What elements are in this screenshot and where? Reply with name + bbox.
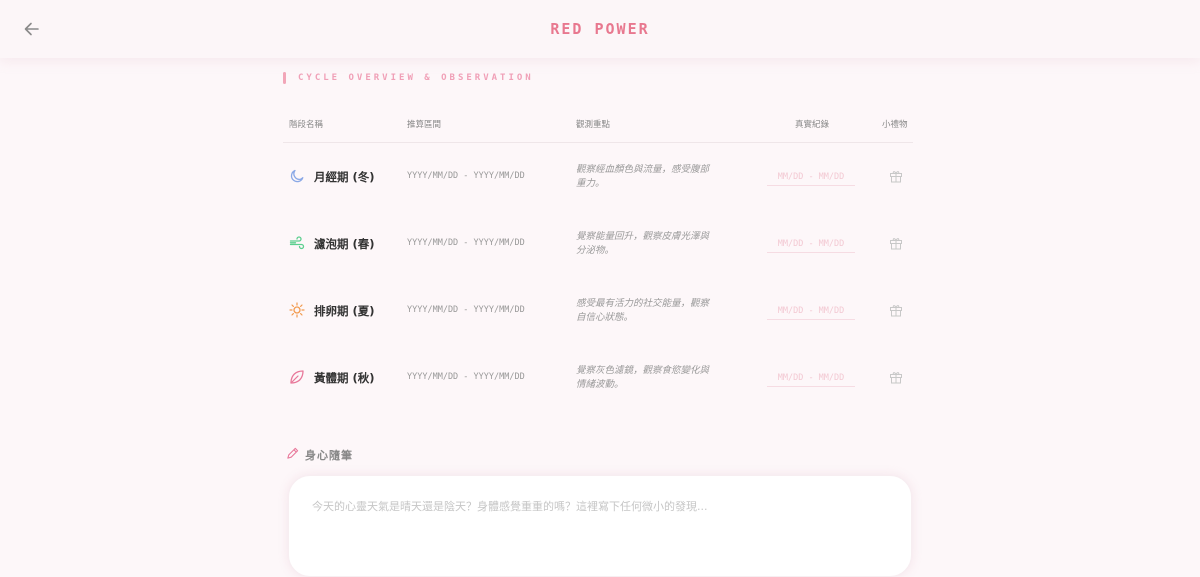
record-input[interactable] <box>767 303 855 320</box>
section-accent-bar <box>283 71 286 84</box>
date-range: YYYY/MM/DD - YYYY/MM/DD <box>407 372 525 382</box>
top-bar: RED POWER <box>0 0 1200 58</box>
journal-textarea[interactable] <box>312 500 892 513</box>
moon-icon <box>289 168 305 184</box>
table-row: 濾泡期 (春) YYYY/MM/DD - YYYY/MM/DD 覺察能量回升，觀… <box>283 210 913 277</box>
record-input[interactable] <box>767 236 855 253</box>
journal-card <box>288 475 912 577</box>
gift-icon[interactable] <box>889 235 903 250</box>
phase-name: 排卵期 (夏) <box>314 304 375 318</box>
journal-header: 身心隨筆 <box>286 445 353 464</box>
section-header: CYCLE OVERVIEW & OBSERVATION <box>283 71 534 84</box>
table-row: 黃體期 (秋) YYYY/MM/DD - YYYY/MM/DD 覺察灰色濾鏡，觀… <box>283 344 913 411</box>
page-title: RED POWER <box>550 20 650 38</box>
date-range: YYYY/MM/DD - YYYY/MM/DD <box>407 305 525 315</box>
phase-name: 黃體期 (秋) <box>314 371 375 385</box>
column-header-observation: 觀測重點 <box>576 120 611 130</box>
observation-text: 覺察能量回升，觀察皮膚光澤與分泌物。 <box>576 231 710 256</box>
column-header-range: 推算區間 <box>407 120 442 130</box>
table-row: 排卵期 (夏) YYYY/MM/DD - YYYY/MM/DD 感受最有活力的社… <box>283 277 913 344</box>
phase-name: 月經期 (冬) <box>314 170 375 184</box>
gift-icon[interactable] <box>889 168 903 183</box>
observation-text: 觀察經血顏色與流量，感受腹部重力。 <box>576 164 710 189</box>
journal-title: 身心隨筆 <box>305 448 353 462</box>
record-input[interactable] <box>767 370 855 387</box>
wind-icon <box>289 235 305 251</box>
leaf-icon <box>289 369 305 385</box>
cycle-table: 階段名稱 推算區間 觀測重點 真實紀錄 小禮物 月經期 (冬) YYYY/MM/… <box>283 108 913 411</box>
section-title: CYCLE OVERVIEW & OBSERVATION <box>298 72 534 83</box>
gift-icon[interactable] <box>889 369 903 384</box>
observation-text: 感受最有活力的社交能量，觀察自信心狀態。 <box>576 298 710 323</box>
date-range: YYYY/MM/DD - YYYY/MM/DD <box>407 238 525 248</box>
pencil-icon <box>286 445 299 464</box>
observation-text: 覺察灰色濾鏡，觀察食慾變化與情緒波動。 <box>576 365 710 390</box>
column-header-record: 真實紀錄 <box>795 120 830 130</box>
column-header-phase: 階段名稱 <box>289 120 324 130</box>
record-input[interactable] <box>767 169 855 186</box>
date-range: YYYY/MM/DD - YYYY/MM/DD <box>407 171 525 181</box>
table-row: 月經期 (冬) YYYY/MM/DD - YYYY/MM/DD 觀察經血顏色與流… <box>283 143 913 210</box>
table-header: 階段名稱 推算區間 觀測重點 真實紀錄 小禮物 <box>283 108 913 143</box>
column-header-gift: 小禮物 <box>882 120 908 130</box>
sun-icon <box>289 302 305 318</box>
phase-name: 濾泡期 (春) <box>314 237 375 251</box>
gift-icon[interactable] <box>889 302 903 317</box>
